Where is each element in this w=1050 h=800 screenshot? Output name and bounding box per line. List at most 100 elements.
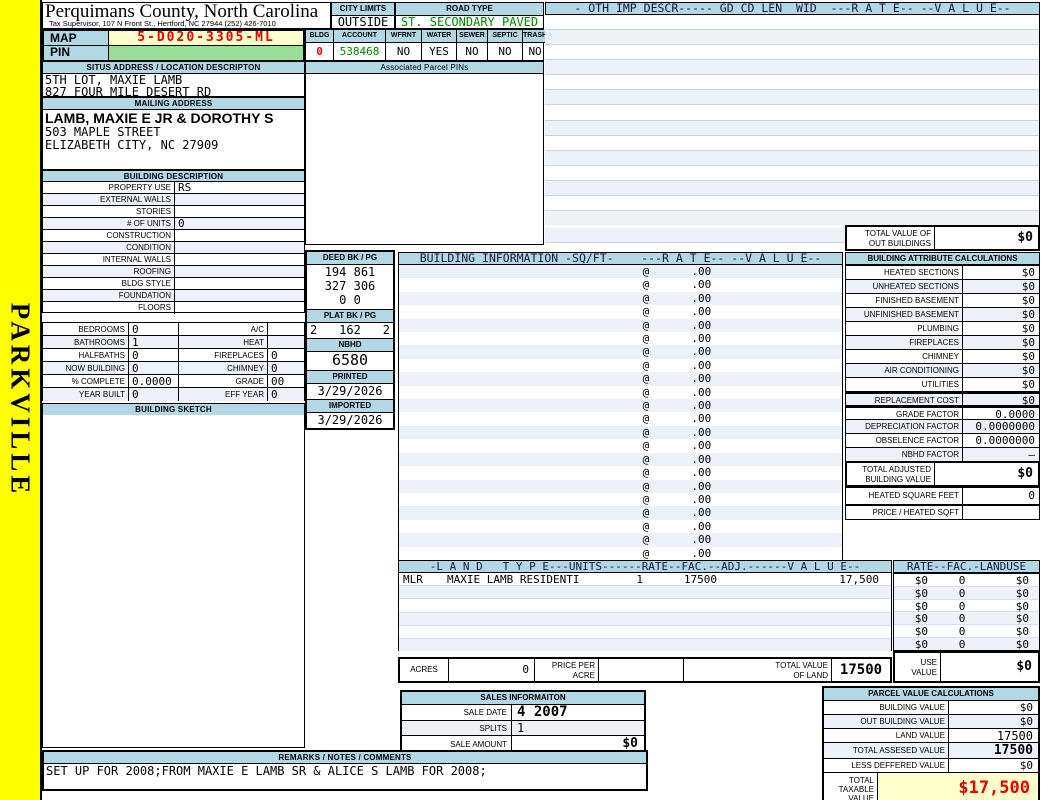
rate-value: .00 <box>691 358 712 372</box>
use-value-box: USE VALUE $0 <box>893 651 1040 683</box>
field-label: FOUNDATION <box>43 290 175 301</box>
remarks-text: SET UP FOR 2008;FROM MAXIE E LAMB SR & A… <box>46 764 487 778</box>
printed-value: 3/29/2026 <box>307 384 393 400</box>
attribute-calc-row: DEPRECIATION FACTOR 0.0000000 <box>846 420 1039 434</box>
flag-bldg: BLDG 0 <box>306 30 334 60</box>
landuse-value: $0 <box>1015 612 1029 626</box>
field-label: GRADE FACTOR <box>846 408 963 419</box>
field-value: $0 <box>1019 715 1033 728</box>
building-info-row: @ .00 <box>399 278 842 291</box>
building-description-row: EXTERNAL WALLS <box>43 194 304 206</box>
rate-at: @ <box>642 479 650 493</box>
attribute-calc-row: OBSELENCE FACTOR 0.0000000 <box>846 434 1039 448</box>
building-description-row: INTERNAL WALLS <box>43 254 304 266</box>
land-description: MAXIE LAMB RESIDENTI <box>447 573 580 586</box>
building-info-rows: @ .00 @ .00 @ .00 @ .00 @ .00 @ .00 @ .0… <box>398 265 843 560</box>
rate-at: @ <box>642 546 650 560</box>
rate-at: @ <box>642 291 650 305</box>
oth-imp-empty-row <box>545 136 1039 151</box>
landuse-row: $0 0 $0 <box>894 586 1039 600</box>
building-description-row: BLDG STYLE <box>43 278 304 290</box>
total-adjusted-label: TOTAL ADJUSTED BUILDING VALUE <box>847 463 935 485</box>
rate-value: .00 <box>691 439 712 453</box>
building-info-row: @ .00 <box>399 332 842 345</box>
field-value: 1 <box>129 336 179 349</box>
building-sketch-header-box: BUILDING SKETCH <box>42 403 305 415</box>
field-label: PRICE / HEATED SQFT <box>846 506 963 519</box>
township-label: PARKVILLE <box>5 302 36 498</box>
field-label: EFF YEAR <box>179 388 268 401</box>
field-label: DEPRECIATION FACTOR <box>846 420 963 433</box>
building-info-row: @ .00 <box>399 425 842 440</box>
landuse-row: $0 0 $0 <box>894 574 1039 587</box>
field-label: % COMPLETE <box>43 375 129 387</box>
field-label: BEDROOMS <box>43 323 129 335</box>
field-value: $0 <box>1021 350 1035 363</box>
city-limits-value: OUTSIDE <box>337 15 389 29</box>
landuse-value: $0 <box>1015 574 1029 587</box>
land-rate: 17500 <box>683 573 717 586</box>
field-label: CHIMNEY <box>179 362 268 374</box>
flag-water-header: WATER <box>422 30 456 43</box>
field-value <box>175 254 304 265</box>
attribute-calc-row: FINISHED BASEMENT $0 <box>846 294 1039 308</box>
attribute-calcs-header-box: BUILDING ATTRIBUTE CALCULATIONS <box>845 252 1040 265</box>
oth-imp-empty-row <box>545 60 1039 76</box>
field-label: FLOORS <box>43 302 175 314</box>
splits-value: 1 <box>517 721 525 735</box>
building-info-row: @ .00 <box>399 452 842 467</box>
building-info-row: @ .00 <box>399 386 842 399</box>
acres-row: ACRES 0 PRICE PER ACRE TOTAL VALUE OF LA… <box>398 657 892 683</box>
field-label: A/C <box>179 323 268 335</box>
nbhd-value: 6580 <box>307 352 393 371</box>
heated-square-feet-row: HEATED SQUARE FEET 0 <box>845 487 1040 505</box>
field-label: HALFBATHS <box>43 349 129 361</box>
field-value <box>175 194 304 205</box>
field-value: 0 <box>129 362 179 375</box>
owner-name: LAMB, MAXIE E JR & DOROTHY S <box>45 110 274 126</box>
price-per-acre-value <box>599 659 684 681</box>
rate-value: .00 <box>691 506 712 520</box>
field-value: 00 <box>271 375 285 388</box>
oth-imp-empty-row <box>545 30 1039 46</box>
township-strip: PARKVILLE <box>0 0 42 800</box>
building-info-row: @ .00 <box>399 305 842 318</box>
field-label: UNFINISHED BASEMENT <box>846 308 963 321</box>
city-limits-box: CITY LIMITS OUTSIDE <box>331 2 395 29</box>
building-description-row: # OF UNITS 0 <box>43 218 304 230</box>
field-value: $0 <box>1021 308 1035 321</box>
landuse-fac: 0 <box>958 586 966 600</box>
land-row <box>399 586 891 600</box>
rate-value: .00 <box>691 372 712 386</box>
rate-value: .00 <box>691 412 712 426</box>
oth-imp-empty-row <box>545 75 1039 91</box>
field-value <box>175 206 304 217</box>
land-row <box>399 638 891 652</box>
building-description-row: PROPERTY USE RS <box>43 182 304 194</box>
landuse-fac: 0 <box>958 599 966 613</box>
flag-trash: TRASH NO <box>523 30 548 60</box>
field-value: 17500 <box>996 729 1033 743</box>
rate-at: @ <box>642 385 650 399</box>
field-label: INTERNAL WALLS <box>43 254 175 265</box>
landuse-value: $0 <box>1015 638 1029 652</box>
rate-at: @ <box>642 345 650 359</box>
county-title: Perquimans County, North Carolina <box>45 1 319 22</box>
landuse-value: $0 <box>1015 625 1029 639</box>
rate-at: @ <box>642 318 650 332</box>
total-adjusted-building-value: TOTAL ADJUSTED BUILDING VALUE $0 <box>845 461 1040 487</box>
building-description-header-box: BUILDING DESCRIPTION <box>42 170 305 183</box>
field-label: ROOFING <box>43 266 175 277</box>
splits-label: SPLITS <box>402 721 512 735</box>
landuse-rate: $0 <box>914 586 928 600</box>
flag-septic-header: SEPTIC <box>488 30 522 43</box>
flag-trash-header: TRASH <box>523 30 548 43</box>
attribute-calc-row: FIREPLACES $0 <box>846 336 1039 350</box>
building-info-header: BUILDING INFORMATION -SQ/FT- ---R A T E-… <box>419 251 822 265</box>
flag-septic: SEPTIC NO <box>488 30 523 60</box>
field-value: 0 <box>129 323 179 336</box>
building-info-row: @ .00 <box>399 520 842 533</box>
flag-account-value: 538468 <box>339 45 380 58</box>
oth-imp-empty-row <box>545 180 1039 196</box>
field-label: OBSELENCE FACTOR <box>846 434 963 447</box>
